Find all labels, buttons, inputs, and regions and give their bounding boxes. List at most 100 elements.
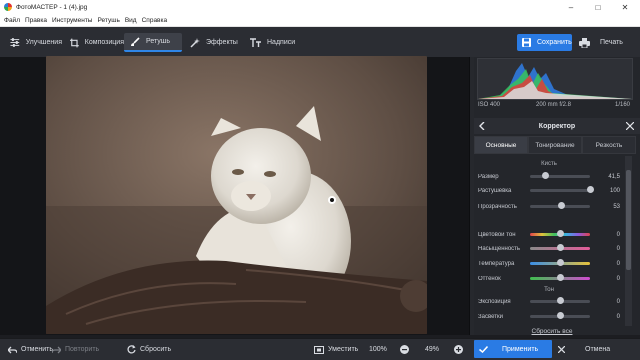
corrector-subtabs: Основные Тонирование Резкость [474, 136, 636, 154]
redo-button[interactable]: Повторить [52, 343, 99, 356]
menu-retouch[interactable]: Ретушь [97, 17, 119, 24]
reset-button[interactable]: Сбросить [127, 343, 171, 356]
redo-label: Повторить [65, 346, 100, 353]
cancel-label: Отмена [585, 345, 611, 353]
panel-header: Корректор [474, 118, 640, 134]
slider-label: Температура [478, 260, 515, 267]
slider-value: 0 [616, 275, 620, 282]
slider-knob[interactable] [558, 202, 566, 209]
save-button[interactable]: Сохранить [517, 34, 572, 51]
slider-label: Оттенок [478, 275, 501, 282]
zoom-in-icon [454, 345, 463, 354]
lens-value: 200 mm f/2.8 [536, 102, 572, 108]
slider-row: Насыщенность 0 [478, 244, 624, 253]
subtab-basic[interactable]: Основные [474, 136, 528, 154]
slider-value: 0 [616, 313, 620, 320]
photo-lion-cub[interactable] [46, 56, 427, 334]
enhance-icon [10, 38, 20, 47]
slider-value: 53 [613, 203, 620, 210]
slider-label: Насыщенность [478, 245, 521, 252]
slider-row: Размер 41,5 [478, 172, 624, 181]
panel-scrollbar[interactable] [625, 156, 632, 326]
slider-knob[interactable] [556, 274, 564, 281]
tab-enhance-label: Улучшения [25, 39, 62, 46]
menu-bar: Файл Правка Инструменты Ретушь Вид Справ… [0, 14, 640, 27]
tab-effects-label: Эффекты [206, 39, 238, 46]
undo-button[interactable]: Отменить [8, 343, 53, 356]
slider-knob[interactable] [556, 259, 564, 266]
slider-track[interactable] [530, 172, 590, 179]
menu-help[interactable]: Справка [142, 17, 168, 24]
menu-tools[interactable]: Инструменты [52, 17, 93, 24]
tab-composition-label: Композиция [84, 39, 124, 46]
subtab-toning[interactable]: Тонирование [528, 136, 582, 154]
slider-track[interactable] [530, 274, 590, 281]
brush-cursor [328, 196, 336, 204]
slider-label: Цветовой тон [478, 231, 516, 238]
back-arrow-icon[interactable] [479, 122, 485, 130]
slider-knob[interactable] [586, 186, 594, 193]
slider-value: 100 [609, 187, 620, 194]
print-button[interactable]: Печать [579, 34, 637, 51]
minimize-button[interactable]: – [558, 0, 584, 14]
zoom-out-button[interactable] [400, 343, 413, 356]
panel-title: Корректор [538, 122, 576, 130]
tab-enhance[interactable]: Улучшения [4, 33, 62, 52]
cancel-button[interactable]: Отмена [558, 340, 636, 358]
slider-track[interactable] [530, 186, 594, 193]
tab-effects[interactable]: Эффекты [184, 33, 242, 52]
slider-row: Экспозиция 0 [478, 297, 624, 306]
zoom-out-icon [400, 345, 409, 354]
slider-track[interactable] [530, 312, 590, 319]
floppy-disk-icon [522, 38, 531, 47]
slider-label: Размер [478, 173, 499, 180]
crop-icon [70, 38, 79, 47]
print-button-label: Печать [600, 39, 623, 46]
slider-track[interactable] [530, 244, 590, 251]
brush-icon [131, 36, 140, 46]
slider-value: 41,5 [608, 173, 620, 180]
menu-file[interactable]: Файл [4, 17, 20, 24]
magic-wand-icon [190, 37, 200, 48]
slider-knob[interactable] [556, 297, 564, 304]
reset-all-link[interactable]: Сбросить все [478, 328, 626, 335]
subtab-sharpness[interactable]: Резкость [582, 136, 636, 154]
slider-track[interactable] [530, 230, 590, 237]
fit-button[interactable]: Уместить [314, 343, 358, 356]
undo-label: Отменить [21, 346, 53, 353]
slider-track[interactable] [530, 259, 590, 266]
zoom-in-button[interactable] [454, 343, 467, 356]
tab-retouch[interactable]: Ретушь [124, 33, 182, 52]
slider-knob[interactable] [541, 172, 549, 179]
zoom-100-button[interactable]: 100% [369, 343, 387, 356]
panel-scrollbar-thumb[interactable] [626, 170, 631, 270]
slider-label: Прозрачность [478, 203, 517, 210]
reset-icon [127, 345, 136, 354]
apply-button[interactable]: Применить [474, 340, 552, 358]
slider-row: Температура 0 [478, 259, 624, 268]
checkmark-icon [479, 345, 488, 353]
slider-knob[interactable] [556, 244, 564, 251]
slider-track[interactable] [530, 202, 590, 209]
close-button[interactable]: ✕ [612, 0, 638, 14]
tab-composition[interactable]: Композиция [64, 33, 124, 52]
slider-row: Засветки 0 [478, 312, 624, 321]
save-button-label: Сохранить [537, 39, 572, 46]
text-icon [250, 38, 261, 47]
menu-view[interactable]: Вид [125, 17, 137, 24]
slider-track[interactable] [530, 297, 590, 304]
slider-row: Цветовой тон 0 [478, 230, 624, 239]
window-title: ФотоМАСТЕР - 1 (4).jpg [16, 3, 88, 11]
slider-knob[interactable] [556, 312, 564, 319]
iso-value: ISO 400 [478, 102, 501, 108]
tab-text[interactable]: Надписи [244, 33, 302, 52]
close-panel-icon[interactable] [626, 122, 634, 130]
slider-value: 0 [616, 298, 620, 305]
shutter-value: 1/160 [615, 102, 631, 108]
slider-row: Прозрачность 53 [478, 202, 624, 211]
tab-retouch-label: Ретушь [146, 38, 171, 45]
menu-edit[interactable]: Правка [25, 17, 47, 24]
maximize-button[interactable]: □ [585, 0, 611, 14]
slider-label: Растушевка [478, 187, 512, 194]
slider-knob[interactable] [556, 230, 564, 237]
